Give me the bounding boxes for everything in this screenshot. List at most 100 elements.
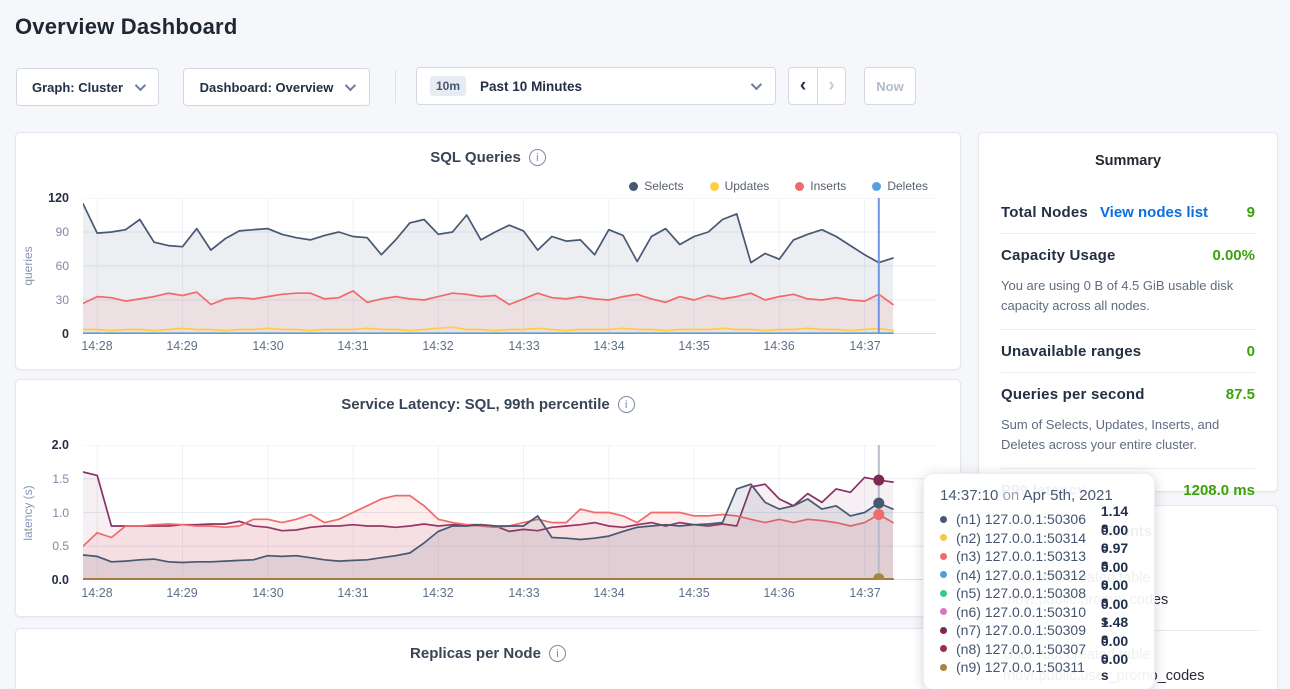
legend-item-inserts[interactable]: Inserts [795,179,846,193]
node-color-dot-icon [940,645,947,652]
time-next-button[interactable]: › [817,68,845,104]
sql-queries-title: SQL Queries i [16,149,960,166]
latency-plot[interactable] [83,445,936,585]
summary-label: Queries per second [1001,386,1145,403]
x-axis-tick: 14:28 [75,586,119,600]
x-axis-tick: 14:36 [757,339,801,353]
legend-label: Inserts [810,179,846,193]
view-nodes-list-link[interactable]: View nodes list [1100,204,1208,221]
latency-y-axis-label: latency (s) [21,485,35,540]
summary-row-capacity: Capacity Usage 0.00% [1001,233,1255,276]
legend-item-deletes[interactable]: Deletes [872,179,928,193]
tooltip-node-value: 0.00 s [1101,651,1138,683]
summary-panel: Summary Total Nodes View nodes list 9 Ca… [978,132,1278,492]
tooltip-rows: (n1) 127.0.0.1:503061.14 s(n2) 127.0.0.1… [940,510,1138,677]
chevron-down-icon [135,80,146,91]
tooltip-header: 14:37:10 on Apr 5th, 2021 [940,487,1138,504]
summary-body: Total Nodes View nodes list 9 Capacity U… [1001,191,1255,511]
x-axis-tick: 14:35 [672,339,716,353]
legend-item-selects[interactable]: Selects [629,179,683,193]
summary-heading: Summary [979,153,1277,169]
tooltip-node-address: (n9) 127.0.0.1:50311 [956,659,1101,675]
node-color-dot-icon [940,534,947,541]
chevron-down-icon [751,79,762,90]
toolbar-divider [395,70,396,103]
replicas-per-node-card: Replicas per Node i [15,628,961,689]
time-range-label: Past 10 Minutes [480,79,582,94]
graph-dropdown-label: Graph: Cluster [32,80,123,95]
x-axis-tick: 14:31 [331,586,375,600]
now-button[interactable]: Now [864,67,916,105]
x-axis-tick: 14:31 [331,339,375,353]
y-axis-tick: 1.0 [52,506,69,520]
tooltip-node-address: (n5) 127.0.0.1:50308 [956,585,1101,601]
y-axis-tick: 1.5 [52,472,69,486]
y-axis-tick: 2.0 [52,438,69,452]
summary-value: 0 [1247,343,1255,360]
legend-item-updates[interactable]: Updates [710,179,770,193]
summary-value: 87.5 [1226,386,1255,403]
summary-desc: Sum of Selects, Updates, Inserts, and De… [1001,415,1255,468]
tooltip-node-address: (n7) 127.0.0.1:50309 [956,622,1101,638]
info-icon[interactable]: i [529,149,546,166]
y-axis-tick: 60 [56,259,69,273]
legend-label: Selects [644,179,683,193]
node-color-dot-icon [940,664,947,671]
tooltip-on: on [1003,487,1020,504]
x-axis-tick: 14:29 [160,339,204,353]
x-axis-tick: 14:33 [502,586,546,600]
x-axis-tick: 14:34 [587,586,631,600]
dashboard-dropdown[interactable]: Dashboard: Overview [183,68,370,106]
x-axis-tick: 14:32 [416,339,460,353]
tooltip-time: 14:37:10 [940,487,998,504]
now-button-label: Now [876,79,903,94]
time-range-selector[interactable]: 10m Past 10 Minutes [416,67,776,105]
node-color-dot-icon [940,571,947,578]
node-color-dot-icon [940,590,947,597]
tooltip-row: (n9) 127.0.0.1:503110.00 s [940,658,1138,677]
summary-label: Total Nodes [1001,204,1088,221]
x-axis-tick: 14:28 [75,339,119,353]
info-icon[interactable]: i [618,396,635,413]
summary-value: 1208.0 ms [1183,482,1255,499]
service-latency-title: Service Latency: SQL, 99th percentile i [16,396,960,413]
info-icon[interactable]: i [549,645,566,662]
tooltip-node-address: (n3) 127.0.0.1:50313 [956,548,1101,564]
legend-dot-icon [629,182,638,191]
legend-dot-icon [872,182,881,191]
sql-queries-card: SQL Queries i Selects Updates Inserts Delet… [15,132,961,370]
y-axis-tick: 0 [62,327,69,341]
y-axis-tick: 0.0 [52,573,69,587]
y-axis-tick: 30 [56,293,69,307]
x-axis-tick: 14:37 [843,586,887,600]
x-axis-tick: 14:33 [502,339,546,353]
chevron-down-icon [345,80,356,91]
tooltip-node-address: (n4) 127.0.0.1:50312 [956,567,1101,583]
sql-plot[interactable] [83,198,936,339]
summary-value: 0.00% [1212,247,1255,264]
legend-label: Deletes [887,179,928,193]
legend-label: Updates [725,179,770,193]
summary-value: 9 [1247,204,1255,221]
chart-title-text: SQL Queries [430,149,521,166]
y-axis-tick: 120 [48,191,69,205]
summary-label: Capacity Usage [1001,247,1116,264]
x-axis-tick: 14:36 [757,586,801,600]
legend-dot-icon [795,182,804,191]
node-color-dot-icon [940,516,947,523]
summary-row-unavailable: Unavailable ranges 0 [1001,329,1255,372]
node-color-dot-icon [940,553,947,560]
chart-tooltip: 14:37:10 on Apr 5th, 2021 (n1) 127.0.0.1… [923,473,1155,689]
time-prev-button[interactable]: ‹ [789,68,817,104]
summary-desc: You are using 0 B of 4.5 GiB usable disk… [1001,276,1255,329]
sql-y-axis-label: queries [21,246,35,285]
y-axis-tick: 90 [56,225,69,239]
x-axis-tick: 14:30 [246,586,290,600]
summary-row-qps: Queries per second 87.5 [1001,372,1255,415]
time-range-badge: 10m [430,76,466,96]
y-axis-tick: 0.5 [52,539,69,553]
graph-dropdown[interactable]: Graph: Cluster [16,68,159,106]
x-axis-tick: 14:37 [843,339,887,353]
dashboard-dropdown-label: Dashboard: Overview [200,80,334,95]
tooltip-node-address: (n2) 127.0.0.1:50314 [956,530,1101,546]
